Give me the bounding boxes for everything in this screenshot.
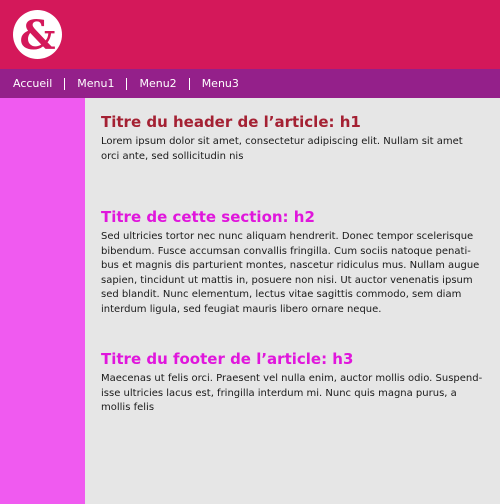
sidebar — [0, 98, 85, 504]
article-header: Titre du header de l’article: h1 Lorem i… — [101, 113, 485, 164]
nav-separator — [188, 77, 190, 90]
nav-item-menu3[interactable]: Menu3 — [202, 77, 239, 90]
section-title: Titre de cette section: h2 — [101, 208, 315, 226]
ampersand-logo-icon[interactable]: & — [13, 10, 62, 59]
article-footer-text: Maecenas ut felis orci. Praesent vel nul… — [101, 372, 485, 416]
logo-glyph: & — [19, 11, 56, 59]
nav-item-accueil[interactable]: Accueil — [13, 77, 52, 90]
nav-item-menu2[interactable]: Menu2 — [139, 77, 176, 90]
article-header-text: Lorem ipsum dolor sit amet, consectetur … — [101, 135, 485, 164]
text-line: sapien, tincidunt ut mattis in, posuere … — [101, 274, 473, 286]
site-header: & — [0, 0, 500, 69]
nav-separator — [126, 77, 128, 90]
text-line: Sed ultricies tortor nec nunc aliquam he… — [101, 231, 474, 242]
article-content: Titre du header de l’article: h1 Lorem i… — [85, 98, 500, 504]
text-line: sed blandit. Nunc elementum, lectus vita… — [101, 289, 462, 300]
nav-item-menu1[interactable]: Menu1 — [77, 77, 114, 90]
article-header-title: Titre du header de l’article: h1 — [101, 113, 361, 131]
text-line: Maecenas ut felis orci. Praesent vel nul… — [101, 373, 483, 384]
nav-separator — [64, 77, 66, 90]
article-footer: Titre du footer de l’article: h3 Maecena… — [101, 350, 485, 416]
text-line: isse ultricies lacus est, fringilla inte… — [101, 387, 457, 399]
text-line: mollis felis — [101, 402, 155, 413]
section-text: Sed ultricies tortor nec nunc aliquam he… — [101, 230, 485, 317]
text-line: bibendum. Fusce accumsan convallis fring… — [101, 245, 471, 257]
text-line: bus et magnis dis parturient montes, nas… — [101, 260, 480, 271]
article-footer-title: Titre du footer de l’article: h3 — [101, 350, 354, 368]
text-line: Lorem ipsum dolor sit amet, consectetur … — [101, 136, 463, 147]
text-line: interdum ligula, sed feugiat mauris libe… — [101, 303, 382, 315]
text-line: orci ante, sed sollicitudin nis — [101, 150, 244, 162]
main-nav: Accueil Menu1 Menu2 Menu3 — [0, 69, 500, 98]
article-section: Titre de cette section: h2 Sed ultricies… — [101, 208, 485, 317]
